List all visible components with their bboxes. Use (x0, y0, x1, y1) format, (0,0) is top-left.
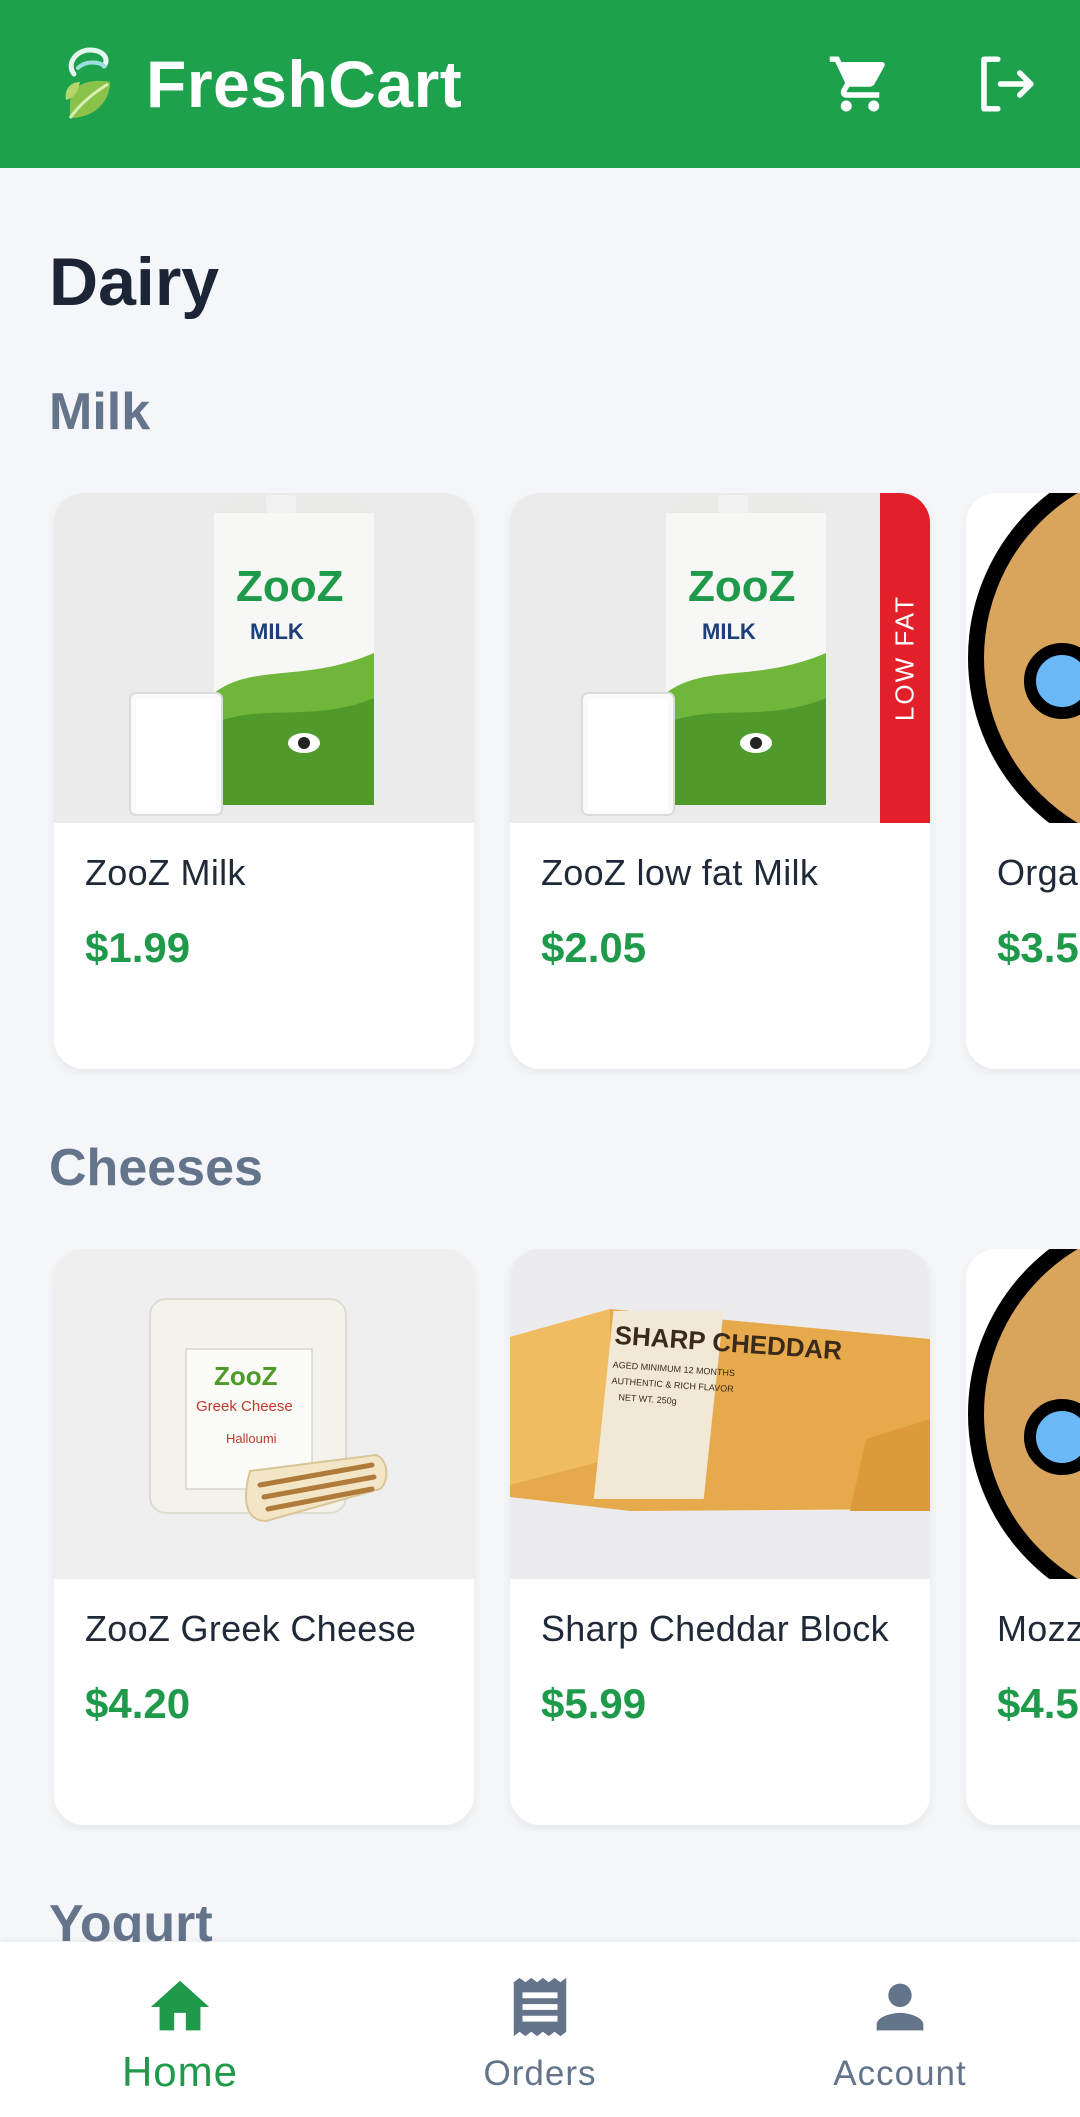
logo-icon (65, 47, 110, 119)
pack-sub-text: Halloumi (226, 1431, 277, 1446)
product-name: ZooZ low fat Milk (541, 852, 819, 893)
pack-label-text: MILK (250, 619, 304, 644)
product-name: ZooZ Greek Cheese (85, 1608, 417, 1649)
product-image: SHARP CHEDDAR AGED MINIMUM 12 MONTHS AUT… (510, 1249, 930, 1579)
product-card[interactable]: ZooZ Greek Cheese Halloumi ZooZ Greek Ch… (54, 1249, 474, 1825)
nav-orders-label: Orders (483, 2054, 597, 2093)
product-image: ZooZ Greek Cheese Halloumi (54, 1249, 474, 1579)
product-row-cheeses[interactable]: ZooZ Greek Cheese Halloumi ZooZ Greek Ch… (0, 1249, 1080, 1831)
product-name: Sharp Cheddar Block (541, 1608, 889, 1649)
nav-account-label: Account (833, 2054, 967, 2093)
nav-account[interactable]: Account (750, 1942, 1050, 2117)
bottom-navigation: Home Orders Account (0, 1942, 1080, 2117)
product-name: Mozz (997, 1608, 1080, 1649)
product-card[interactable]: ZooZ MILK LOW FAT ZooZ low fat Milk $2.0… (510, 493, 930, 1069)
product-price: $4.5 (997, 1680, 1079, 1727)
logout-icon (981, 56, 1034, 112)
app-bar: FreshCart (0, 0, 1080, 168)
product-name: ZooZ Milk (85, 852, 246, 893)
product-price: $2.05 (541, 924, 647, 971)
product-name: Organ (997, 852, 1080, 893)
product-image: ZooZ MILK LOW FAT (510, 493, 930, 823)
product-image: ZooZ MILK (54, 493, 474, 823)
product-price: $1.99 (85, 924, 191, 971)
product-image-placeholder (966, 493, 1080, 823)
product-card[interactable]: SHARP CHEDDAR AGED MINIMUM 12 MONTHS AUT… (510, 1249, 930, 1825)
nav-home[interactable]: Home (30, 1942, 330, 2117)
brand-text: ZooZ (236, 562, 344, 611)
pack-label-text: Greek Cheese (196, 1398, 293, 1415)
section-title-yogurt: Yogurt (49, 1895, 213, 1942)
product-price: $3.5 (997, 924, 1079, 971)
page-title: Dairy (49, 244, 220, 320)
product-image-placeholder (966, 1249, 1080, 1579)
content-scroll[interactable]: Dairy Milk ZooZ MILK ZooZ Milk $1.99 Zoo… (0, 168, 1080, 1942)
cart-icon (829, 56, 885, 112)
product-card[interactable]: Organ $3.5 (966, 493, 1080, 1069)
product-price: $5.99 (541, 1680, 647, 1727)
pack-label-text: MILK (702, 619, 756, 644)
low-fat-badge: LOW FAT (880, 493, 930, 823)
nav-orders[interactable]: Orders (390, 1942, 690, 2117)
product-card[interactable]: Mozz $4.5 (966, 1249, 1080, 1825)
product-row-milk[interactable]: ZooZ MILK ZooZ Milk $1.99 ZooZ MILK LOW … (0, 493, 1080, 1075)
badge-text: LOW FAT (889, 594, 920, 722)
logout-button[interactable] (966, 44, 1046, 124)
app-title: FreshCart (146, 47, 463, 121)
brand-text: ZooZ (688, 562, 796, 611)
product-card[interactable]: ZooZ MILK ZooZ Milk $1.99 (54, 493, 474, 1069)
nav-home-label: Home (121, 2048, 239, 2095)
person-icon (876, 1983, 924, 2031)
receipt-icon (513, 1977, 567, 2037)
product-price: $4.20 (85, 1680, 191, 1727)
cart-button[interactable] (820, 44, 900, 124)
brand-text: ZooZ (214, 1361, 278, 1391)
section-title-milk: Milk (49, 383, 151, 441)
home-icon (150, 1980, 210, 2031)
section-title-cheeses: Cheeses (49, 1139, 263, 1197)
